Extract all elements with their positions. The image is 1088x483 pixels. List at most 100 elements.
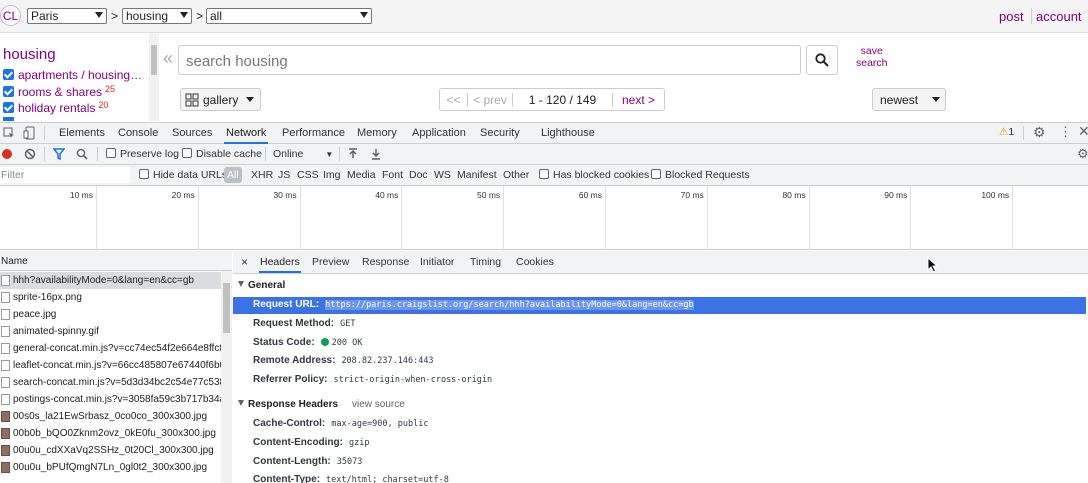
settings-gear-icon[interactable]: ⚙ xyxy=(1033,124,1046,141)
filter-type-xhr[interactable]: XHR xyxy=(251,169,273,181)
filter-type-doc[interactable]: Doc xyxy=(409,169,428,181)
close-devtools-icon[interactable]: ✕ xyxy=(1078,123,1088,140)
dropdown-caret-icon: ▼ xyxy=(325,150,334,159)
craigslist-logo[interactable]: CL xyxy=(0,5,21,26)
categories-scrollbar[interactable] xyxy=(149,33,159,121)
filter-type-ws[interactable]: WS xyxy=(434,169,451,181)
filter-type-other[interactable]: Other xyxy=(503,169,529,181)
filter-type-font[interactable]: Font xyxy=(382,169,403,181)
request-row[interactable]: hhh?availabilityMode=0&lang=en&cc=gb xyxy=(0,272,221,289)
request-row[interactable]: animated-spinny.gif xyxy=(0,323,221,340)
sort-select[interactable]: newest xyxy=(872,88,946,111)
more-options-icon[interactable]: ⋮ xyxy=(1059,124,1072,140)
tab-headers[interactable]: Headers xyxy=(259,251,301,273)
request-row[interactable]: peace.jpg xyxy=(0,306,221,323)
next-page-button[interactable]: next > xyxy=(613,93,664,107)
city-select[interactable]: Paris xyxy=(27,8,107,24)
prev-page-button[interactable]: < prev xyxy=(468,92,513,107)
search-button[interactable] xyxy=(806,45,838,75)
response-headers-section-header[interactable]: Response Headers xyxy=(238,399,338,410)
tab-application[interactable]: Application xyxy=(410,123,468,144)
preserve-log-checkbox[interactable]: Preserve log xyxy=(106,148,179,160)
checkbox-checked-icon[interactable] xyxy=(3,102,14,113)
filter-type-css[interactable]: CSS xyxy=(297,169,319,181)
timeline-gridline xyxy=(910,186,912,250)
request-url-row[interactable]: Request URL: https://paris.craigslist.org… xyxy=(253,299,694,310)
request-row[interactable]: general-concat.min.js?v=cc74ec54f2e664e8… xyxy=(0,340,221,357)
network-settings-gear-icon[interactable]: ⚙ xyxy=(1077,146,1088,162)
request-row[interactable]: 00b0b_bQO0Zknm2ovz_0kE0fu_300x300.jpg xyxy=(0,425,221,442)
disable-cache-checkbox[interactable]: Disable cache xyxy=(182,148,262,160)
warnings-counter[interactable]: ⚠1 xyxy=(999,126,1014,138)
search-input[interactable]: search housing xyxy=(178,45,801,75)
checkbox-checked-icon[interactable] xyxy=(3,69,14,80)
filter-type-media[interactable]: Media xyxy=(347,169,376,181)
tab-network[interactable]: Network xyxy=(224,123,269,144)
filter-type-manifest[interactable]: Manifest xyxy=(457,169,497,181)
import-har-icon[interactable] xyxy=(348,148,358,160)
first-page-button[interactable]: << xyxy=(440,92,468,107)
tab-sources[interactable]: Sources xyxy=(170,123,214,144)
post-link[interactable]: post xyxy=(999,9,1024,24)
tab-cookies[interactable]: Cookies xyxy=(515,251,555,273)
filter-funnel-icon[interactable] xyxy=(53,148,65,160)
category-select[interactable]: housing xyxy=(122,8,192,24)
tab-response[interactable]: Response xyxy=(361,251,410,273)
request-list-scrollbar[interactable] xyxy=(221,271,232,483)
tab-performance[interactable]: Performance xyxy=(280,123,347,144)
search-icon[interactable] xyxy=(76,148,88,160)
throttling-select[interactable]: Online ▼ xyxy=(273,148,333,160)
subcategory-select[interactable]: all xyxy=(206,8,372,24)
filter-type-all[interactable]: All xyxy=(224,167,242,183)
request-row[interactable]: postings-concat.min.js?v=3058fa59c3b717b… xyxy=(0,391,221,408)
blocked-requests-checkbox[interactable]: Blocked Requests xyxy=(651,169,750,181)
category-holiday-rentals[interactable]: holiday rentals 20 xyxy=(3,100,108,115)
view-source-link[interactable]: view source xyxy=(352,399,405,410)
close-details-icon[interactable]: × xyxy=(240,251,249,273)
name-column-header[interactable]: Name xyxy=(0,251,232,271)
tab-elements[interactable]: Elements xyxy=(57,123,107,144)
filter-input[interactable]: Filter xyxy=(0,167,130,183)
request-name: 00u0u_cdXXaVq2SSHz_0t20Cl_300x300.jpg xyxy=(13,445,214,456)
tab-lighthouse[interactable]: Lighthouse xyxy=(539,123,597,144)
filter-type-img[interactable]: Img xyxy=(323,169,341,181)
tab-timing[interactable]: Timing xyxy=(469,251,502,273)
tab-security[interactable]: Security xyxy=(478,123,522,144)
checkbox-checked-icon[interactable] xyxy=(3,86,14,97)
tab-preview[interactable]: Preview xyxy=(311,251,350,273)
device-toggle-icon[interactable] xyxy=(23,126,35,140)
general-section-header[interactable]: General xyxy=(238,280,285,291)
account-link[interactable]: account xyxy=(1036,9,1082,24)
toolbar-divider xyxy=(1023,126,1024,140)
request-row[interactable]: search-concat.min.js?v=5d3d34bc2c54e77c5… xyxy=(0,374,221,391)
request-row[interactable]: leaflet-concat.min.js?v=66cc485807e67440… xyxy=(0,357,221,374)
tab-memory[interactable]: Memory xyxy=(355,123,399,144)
request-row[interactable]: 00s0s_la21EwSrbasz_0co0co_300x300.jpg xyxy=(0,408,221,425)
checkbox-clipped-icon xyxy=(3,117,14,121)
view-mode-select[interactable]: gallery xyxy=(180,88,261,111)
record-icon[interactable] xyxy=(2,149,12,159)
search-icon xyxy=(815,53,829,67)
filter-type-js[interactable]: JS xyxy=(278,169,290,181)
category-apartments[interactable]: apartments / housing… xyxy=(3,68,142,82)
has-blocked-cookies-checkbox[interactable]: Has blocked cookies xyxy=(539,169,649,181)
timeline-overview[interactable]: 10 ms 20 ms 30 ms 40 ms 50 ms 60 ms 70 ms 80 ms… xyxy=(0,186,1088,250)
request-row[interactable]: sprite-16px.png xyxy=(0,289,221,306)
expand-triangle-icon xyxy=(238,281,244,287)
request-name: 00b0b_bQO0Zknm2ovz_0kE0fu_300x300.jpg xyxy=(13,428,216,439)
tab-initiator[interactable]: Initiator xyxy=(419,251,455,273)
document-file-icon xyxy=(1,326,10,337)
document-file-icon xyxy=(1,377,10,388)
tab-console[interactable]: Console xyxy=(116,123,160,144)
collapse-chevron-icon[interactable]: « xyxy=(163,48,173,69)
clear-icon[interactable] xyxy=(24,148,36,160)
request-row[interactable]: 00u0u_bPUfQmgN7Ln_0gl0t2_300x300.jpg xyxy=(0,459,221,476)
toolbar-divider xyxy=(44,147,45,161)
image-file-icon xyxy=(1,462,10,473)
request-row[interactable]: 00u0u_cdXXaVq2SSHz_0t20Cl_300x300.jpg xyxy=(0,442,221,459)
export-har-icon[interactable] xyxy=(371,148,381,160)
hide-data-urls-checkbox[interactable]: Hide data URLs xyxy=(139,169,227,181)
category-rooms-shares[interactable]: rooms & shares 25 xyxy=(3,84,115,99)
inspect-element-icon[interactable] xyxy=(3,127,15,139)
save-search-link[interactable]: save search xyxy=(856,45,888,69)
